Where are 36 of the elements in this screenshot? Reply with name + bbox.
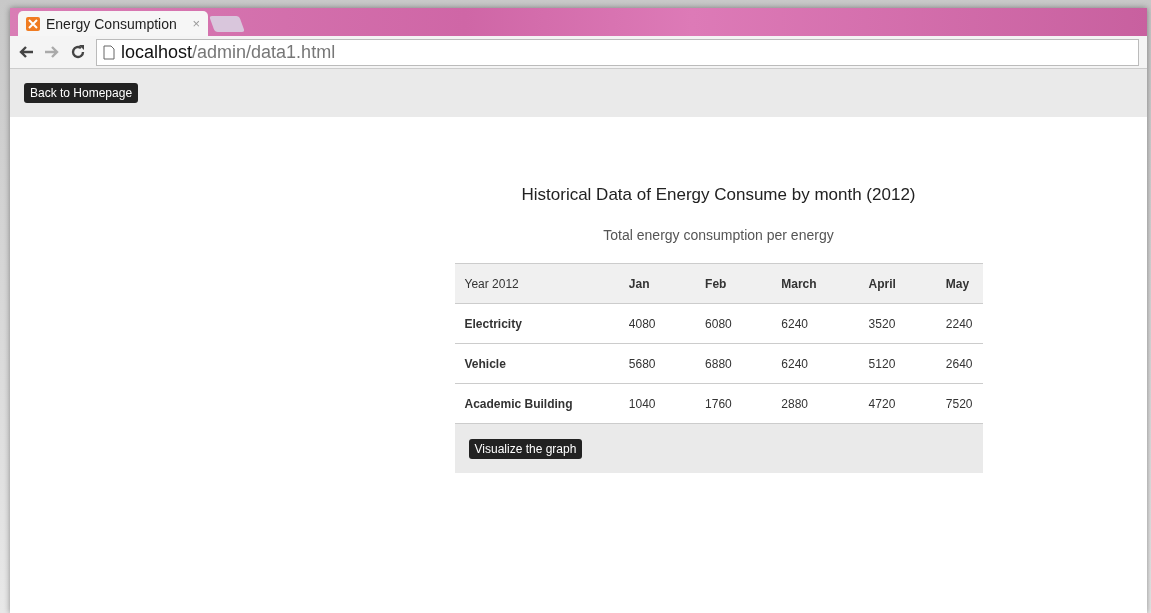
row-header: Vehicle: [454, 343, 619, 384]
table-cell: 6080: [695, 303, 772, 344]
back-to-homepage-button[interactable]: Back to Homepage: [24, 83, 139, 103]
page-subtitle: Total energy consumption per energy: [603, 227, 834, 243]
table-cell: 2880: [771, 383, 859, 424]
reload-icon[interactable]: [70, 44, 86, 60]
table-cell: 7520: [935, 383, 983, 424]
table-cell: 6240: [771, 343, 859, 384]
column-header: Feb: [695, 263, 772, 304]
address-bar[interactable]: localhost/admin/data1.html: [96, 38, 1139, 66]
table-cell: 5680: [618, 343, 696, 384]
column-header: Jan: [618, 263, 696, 304]
url-text: localhost/admin/data1.html: [121, 41, 336, 63]
page-icon: [103, 44, 115, 60]
row-header: Electricity: [454, 303, 619, 344]
column-header: April: [858, 263, 936, 304]
table-cell: 3520: [858, 303, 936, 344]
table-cell: 1760: [695, 383, 772, 424]
app-logo-icon: [26, 16, 40, 31]
table-cell: 4720: [858, 383, 936, 424]
table-cell: 4080: [618, 303, 696, 344]
back-arrow-icon[interactable]: [18, 45, 34, 59]
table-cell: 2240: [935, 303, 983, 344]
column-header: Year 2012: [454, 263, 619, 304]
table-cell: 6880: [695, 343, 772, 384]
table-cell: 2640: [935, 343, 983, 384]
table-cell: 1040: [618, 383, 696, 424]
tab-title: Energy Consumption: [46, 15, 178, 32]
table-cell: 5120: [858, 343, 936, 384]
column-header: May: [935, 263, 983, 304]
visualize-graph-button[interactable]: Visualize the graph: [468, 438, 583, 459]
browser-tab[interactable]: Energy Consumption ×: [18, 11, 208, 36]
table-cell: 6240: [771, 303, 859, 344]
column-header: March: [771, 263, 859, 304]
page-title: Historical Data of Energy Consume by month (2012): [521, 185, 916, 205]
row-header: Academic Building: [454, 383, 619, 424]
